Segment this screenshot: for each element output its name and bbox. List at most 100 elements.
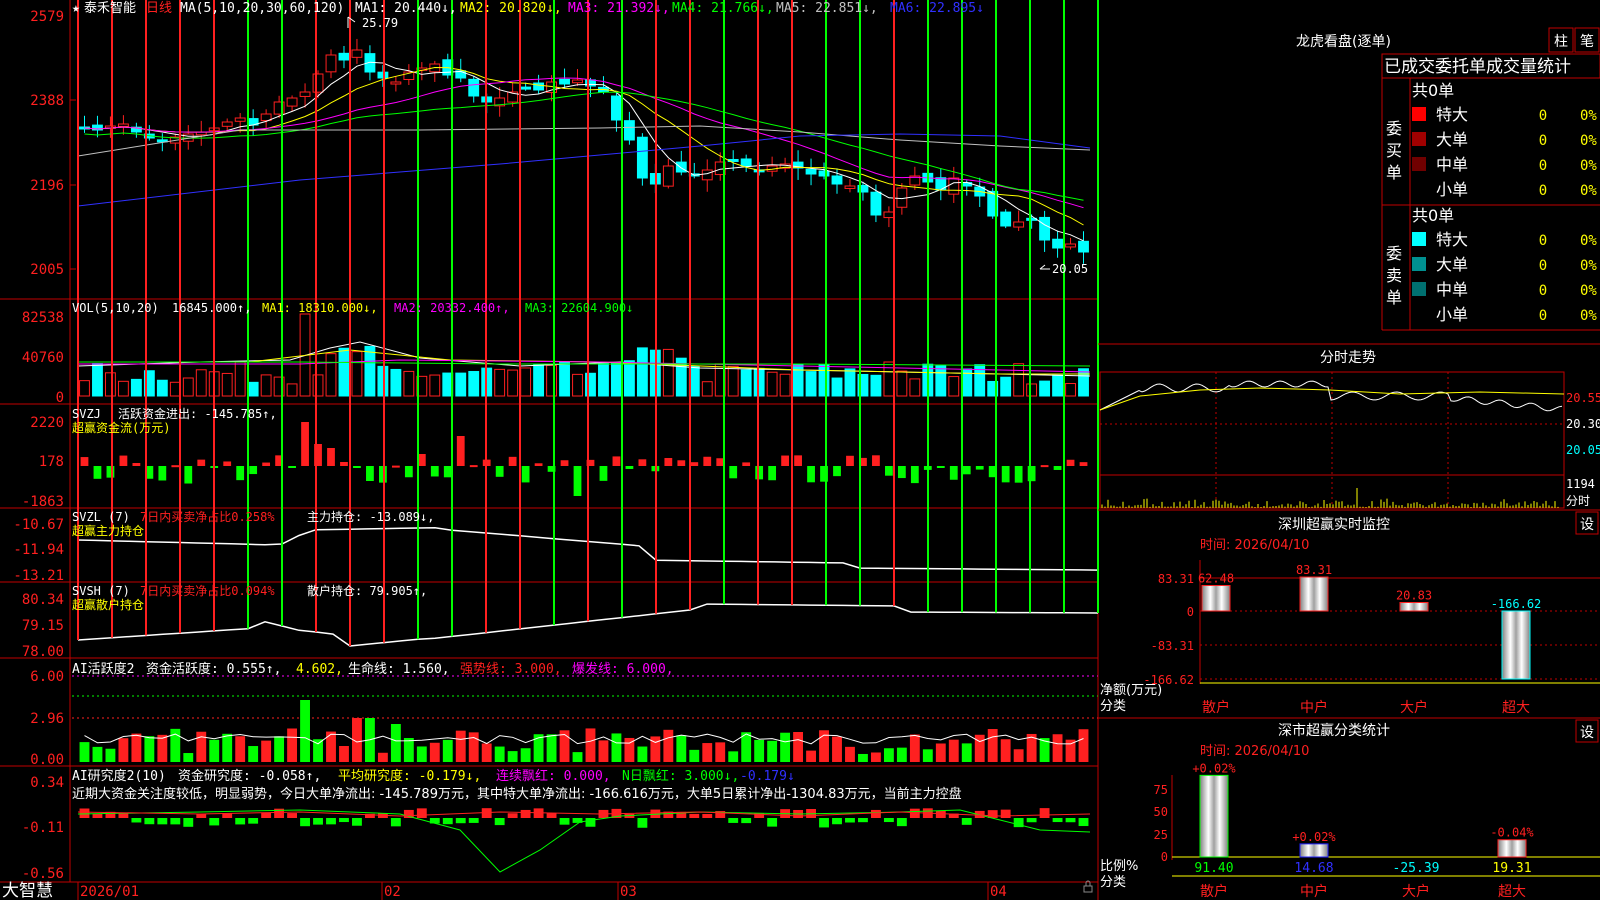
ai2-bar <box>832 818 842 825</box>
svzj-bar <box>443 466 452 478</box>
svzj-bar <box>288 466 296 468</box>
volume-bar <box>844 368 856 397</box>
svzj-area[interactable] <box>80 422 1088 496</box>
intraday-tick: 20.55 <box>1566 391 1600 405</box>
ai1-bar <box>1065 739 1076 762</box>
ai2-bar <box>546 813 557 818</box>
ai2-label: AI研究度2(10) <box>72 768 166 784</box>
ai-research-area[interactable] <box>77 808 1091 873</box>
volume-bar <box>935 365 947 397</box>
volume-bar <box>286 383 298 397</box>
candle-body <box>844 185 856 189</box>
volume-bar <box>182 377 194 397</box>
star-icon[interactable]: ★ <box>72 1 80 16</box>
svzj-bar <box>379 466 387 483</box>
ai1-t3: 生命线: 1.560, <box>348 661 450 677</box>
ai2-bar <box>209 818 220 826</box>
ai2-bar <box>455 818 466 824</box>
date-tick: 03 <box>620 884 637 900</box>
order-side-char: 卖 <box>1386 266 1402 285</box>
ai1-bar <box>183 753 194 762</box>
vol-axis: 82538 40760 0 <box>22 310 64 406</box>
ai2-bar <box>261 812 272 818</box>
monitor-bar-label: 83.31 <box>1296 563 1332 577</box>
svzj-bar <box>936 466 945 468</box>
candle-body <box>234 117 246 122</box>
svzl-tick: -10.67 <box>13 517 64 533</box>
ai1-bar <box>222 733 233 762</box>
svzl-tick: -13.21 <box>13 568 64 584</box>
bar-view-button[interactable]: 柱 <box>1548 27 1574 53</box>
svzj-bar <box>262 462 271 466</box>
ai1-bar <box>1078 729 1089 762</box>
monitor-xlabel: 分类 <box>1100 699 1126 714</box>
ai1-bar <box>118 738 129 762</box>
ai1-bar <box>455 730 466 762</box>
volume-bar <box>494 368 506 397</box>
ai2-bar <box>559 818 570 825</box>
svzj-bar <box>249 466 258 475</box>
right-panel: 龙虎看盘(逐单) 柱 笔 已成交 委托单 成交量统计 共0单委买单特大 0 0%大单… <box>1098 27 1600 900</box>
tab-volume-stats[interactable]: 成交量统计 <box>1486 57 1571 77</box>
svzj-bar <box>975 466 984 470</box>
ai1-bar <box>702 743 713 762</box>
order-row-percent: 0% <box>1580 258 1597 274</box>
price-annotations: 25.79 20.05 <box>347 16 1088 276</box>
ai1-bar <box>896 747 907 762</box>
svzj-bar <box>962 466 971 475</box>
order-side-char: 委 <box>1386 119 1402 138</box>
sz-monitor-settings-button[interactable]: 设 <box>1575 511 1599 535</box>
order-color-swatch <box>1412 282 1426 296</box>
ai2-bar <box>144 818 155 825</box>
svzj-bar <box>171 465 180 468</box>
ai2-bar <box>845 818 855 823</box>
ai1-bar <box>806 750 816 762</box>
sz-class-settings-button[interactable]: 设 <box>1575 719 1599 743</box>
pen-view-button[interactable]: 笔 <box>1574 27 1600 53</box>
ai2-bar <box>92 813 103 818</box>
price-tick: 2579 <box>30 9 64 25</box>
vol-header: VOL(5,10,20) 16845.000↑, MA1: 18310.000↓… <box>72 301 633 315</box>
ai2-tick: 0.34 <box>30 775 64 791</box>
ai2-bar <box>689 813 700 818</box>
tab-orders[interactable]: 委托单 <box>1435 57 1486 77</box>
sz-monitor-title: 深圳超赢实时监控 <box>1278 516 1390 533</box>
ai1-bar <box>131 733 142 762</box>
ai1-bar <box>1000 739 1011 762</box>
svsh-area[interactable] <box>77 0 1099 647</box>
svzj-bar <box>353 466 361 468</box>
period-label[interactable]: 日线 <box>146 1 172 16</box>
volume-bar <box>234 361 246 397</box>
ai1-bar <box>1052 734 1063 762</box>
candle-body <box>312 73 324 93</box>
monitor-ylabel: 净额(万元) <box>1100 683 1162 698</box>
volume-bar <box>468 371 480 397</box>
candle-body <box>299 91 311 97</box>
order-row-name: 大单 <box>1436 255 1468 274</box>
intraday-chart[interactable] <box>1099 371 1565 509</box>
svzj-bar <box>664 458 673 466</box>
svzj-bar <box>846 455 854 466</box>
candle-body <box>883 211 895 219</box>
ai1-bar <box>728 751 739 762</box>
candle-body <box>377 71 389 79</box>
svzj-bar <box>80 457 89 466</box>
candle-body <box>701 169 713 181</box>
ai2-bar <box>1078 818 1089 827</box>
svzl-label: SVZL (7) <box>72 510 130 524</box>
ai-activity-area[interactable] <box>72 675 1098 762</box>
lock-icon[interactable] <box>1083 880 1093 893</box>
stock-chart-canvas[interactable]: ★ 泰禾智能 日线 MA(5,10,20,30,60,120) MA1: 20.… <box>0 0 1600 900</box>
svzj-bar <box>301 422 309 466</box>
sz-monitor-chart: 83.31 0 -83.31 -166.62 62.48 散户 83.31 中户 20.83 大户… <box>1100 560 1600 716</box>
volume-area[interactable] <box>77 313 1091 397</box>
volume-bar <box>117 380 129 397</box>
tab-traded[interactable]: 已成交 <box>1384 57 1435 77</box>
candlestick-area[interactable] <box>77 38 1091 264</box>
ai2-t4: N日飘红: 3.000↓, <box>622 768 739 784</box>
svzj-tick: -1863 <box>22 494 64 510</box>
ai2-bar <box>131 818 142 823</box>
ai2-bar <box>352 818 362 826</box>
monitor-bar-label: -166.62 <box>1491 597 1542 611</box>
ai2-bar <box>79 808 90 818</box>
